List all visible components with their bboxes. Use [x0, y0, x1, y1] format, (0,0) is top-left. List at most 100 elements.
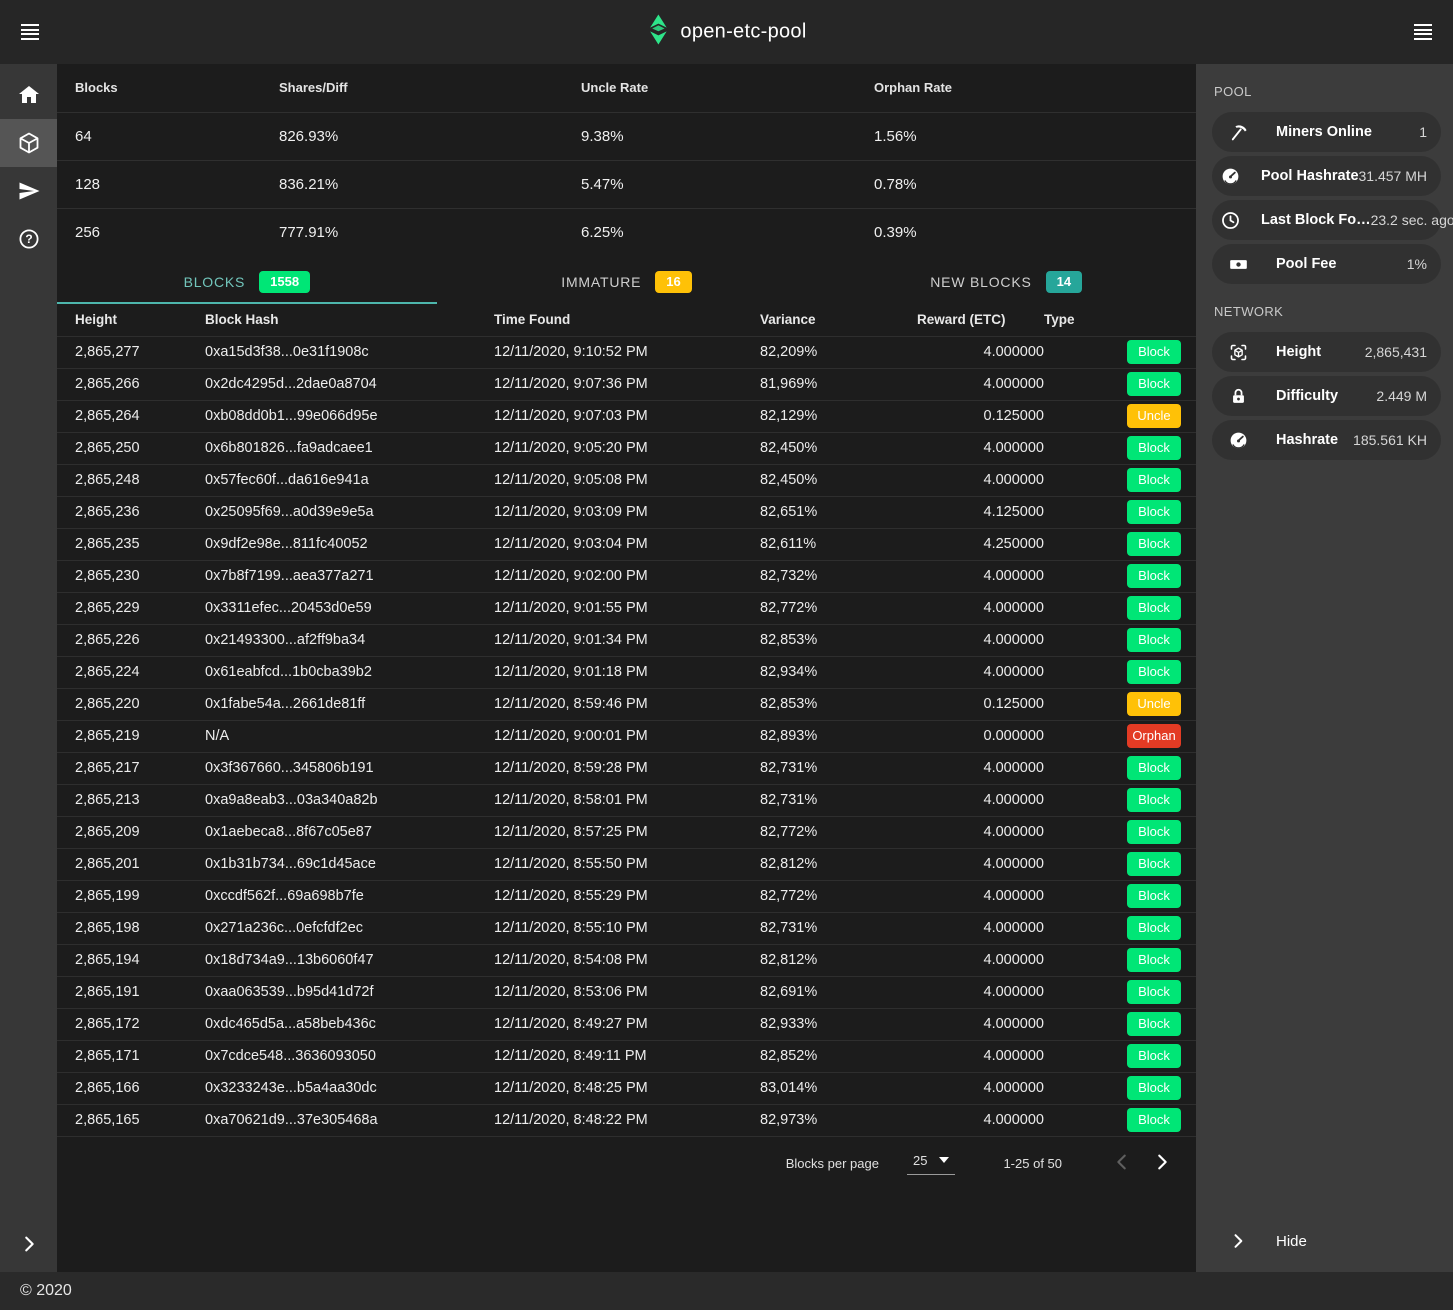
cell-block-hash: 0x3311efec...20453d0e59 — [205, 592, 494, 624]
type-badge: Block — [1127, 756, 1181, 780]
cell-block-hash: 0x3f367660...345806b191 — [205, 752, 494, 784]
rail-expand-button[interactable] — [0, 1216, 57, 1272]
cell-reward: 4.000000 — [917, 848, 1044, 880]
sidebar-item-home[interactable] — [0, 71, 57, 119]
stat-label: Height — [1276, 344, 1321, 360]
cell-height: 2,865,172 — [57, 1008, 205, 1040]
cell-height: 2,865,209 — [57, 816, 205, 848]
stats-cell: 64 — [57, 112, 279, 160]
cell-time-found: 12/11/2020, 8:49:11 PM — [494, 1040, 760, 1072]
caret-down-icon — [939, 1157, 949, 1163]
prev-page-button[interactable] — [1102, 1144, 1142, 1184]
cell-block-hash: 0xb08dd0b1...99e066d95e — [205, 400, 494, 432]
page-size-select[interactable]: 25 — [907, 1153, 955, 1175]
cell-block-hash: N/A — [205, 720, 494, 752]
topbar: open-etc-pool — [0, 0, 1453, 64]
type-badge: Uncle — [1127, 692, 1181, 716]
type-badge: Block — [1127, 596, 1181, 620]
cell-block-hash: 0x3233243e...b5a4aa30dc — [205, 1072, 494, 1104]
cell-reward: 4.000000 — [917, 432, 1044, 464]
stats-header-uncle: Uncle Rate — [581, 64, 874, 112]
banknote-icon — [1220, 254, 1256, 275]
cell-reward: 4.000000 — [917, 816, 1044, 848]
table-row: 2,865,229 0x3311efec...20453d0e59 12/11/… — [57, 592, 1196, 624]
cell-height: 2,865,230 — [57, 560, 205, 592]
left-menu-button[interactable] — [10, 12, 50, 52]
type-badge: Block — [1127, 660, 1181, 684]
table-row: 2,865,230 0x7b8f7199...aea377a271 12/11/… — [57, 560, 1196, 592]
cell-time-found: 12/11/2020, 8:55:10 PM — [494, 912, 760, 944]
cell-time-found: 12/11/2020, 8:48:22 PM — [494, 1104, 760, 1136]
tab-label: IMMATURE — [561, 274, 641, 290]
cell-variance: 82,812% — [760, 944, 917, 976]
table-row: 2,865,166 0x3233243e...b5a4aa30dc 12/11/… — [57, 1072, 1196, 1104]
sidebar-item-help[interactable]: ? — [0, 215, 57, 263]
tab-new-blocks[interactable]: NEW BLOCKS 14 — [816, 260, 1196, 304]
stats-cell: 256 — [57, 208, 279, 256]
cell-reward: 4.000000 — [917, 880, 1044, 912]
sidebar-item-blocks[interactable] — [0, 119, 57, 167]
home-icon — [17, 83, 41, 107]
cell-reward: 4.000000 — [917, 336, 1044, 368]
tab-blocks[interactable]: BLOCKS 1558 — [57, 260, 437, 304]
sidebar-item-payments[interactable] — [0, 167, 57, 215]
hide-label: Hide — [1276, 1233, 1307, 1250]
stats-header-orphan: Orphan Rate — [874, 64, 1196, 112]
cube-icon — [17, 131, 41, 155]
stat-pool-hashrate: Pool Hashrate 31.457 MH — [1212, 156, 1441, 196]
table-row: 2,865,248 0x57fec60f...da616e941a 12/11/… — [57, 464, 1196, 496]
cell-height: 2,865,165 — [57, 1104, 205, 1136]
cell-time-found: 12/11/2020, 9:01:18 PM — [494, 656, 760, 688]
blocks-table: Height Block Hash Time Found Variance Re… — [57, 304, 1196, 1137]
cell-variance: 82,732% — [760, 560, 917, 592]
tab-badge: 16 — [655, 271, 691, 293]
cell-variance: 82,450% — [760, 432, 917, 464]
cell-variance: 82,772% — [760, 880, 917, 912]
stat-value: 2,865,431 — [1365, 344, 1427, 360]
cell-height: 2,865,219 — [57, 720, 205, 752]
table-row: 2,865,194 0x18d734a9...13b6060f47 12/11/… — [57, 944, 1196, 976]
stats-row: 64 826.93% 9.38% 1.56% — [57, 112, 1196, 160]
cell-variance: 82,651% — [760, 496, 917, 528]
type-badge: Orphan — [1127, 724, 1181, 748]
speedometer-icon — [1220, 430, 1256, 451]
svg-text:?: ? — [25, 232, 32, 246]
stat-value: 31.457 MH — [1359, 168, 1427, 184]
table-row: 2,865,219 N/A 12/11/2020, 9:00:01 PM 82,… — [57, 720, 1196, 752]
cell-reward: 4.125000 — [917, 496, 1044, 528]
cell-time-found: 12/11/2020, 9:10:52 PM — [494, 336, 760, 368]
cell-reward: 4.000000 — [917, 1008, 1044, 1040]
tab-immature[interactable]: IMMATURE 16 — [437, 260, 817, 304]
cell-height: 2,865,171 — [57, 1040, 205, 1072]
type-badge: Block — [1127, 564, 1181, 588]
cell-block-hash: 0x18d734a9...13b6060f47 — [205, 944, 494, 976]
stat-label: Pool Fee — [1276, 256, 1336, 272]
luck-stats-table: Blocks Shares/Diff Uncle Rate Orphan Rat… — [57, 64, 1196, 256]
cell-height: 2,865,201 — [57, 848, 205, 880]
cell-reward: 4.000000 — [917, 656, 1044, 688]
cell-block-hash: 0x7b8f7199...aea377a271 — [205, 560, 494, 592]
cell-block-hash: 0x271a236c...0efcfdf2ec — [205, 912, 494, 944]
cell-variance: 82,934% — [760, 656, 917, 688]
cell-block-hash: 0x7cdce548...3636093050 — [205, 1040, 494, 1072]
cell-block-hash: 0x61eabfcd...1b0cba39b2 — [205, 656, 494, 688]
cell-time-found: 12/11/2020, 9:00:01 PM — [494, 720, 760, 752]
cell-block-hash: 0x1fabe54a...2661de81ff — [205, 688, 494, 720]
table-row: 2,865,236 0x25095f69...a0d39e9e5a 12/11/… — [57, 496, 1196, 528]
type-badge: Block — [1127, 916, 1181, 940]
next-page-button[interactable] — [1142, 1144, 1182, 1184]
cell-height: 2,865,194 — [57, 944, 205, 976]
type-badge: Block — [1127, 820, 1181, 844]
section-label-network: NETWORK — [1212, 304, 1441, 319]
type-badge: Block — [1127, 340, 1181, 364]
type-badge: Block — [1127, 948, 1181, 972]
stat-label: Last Block Fo… — [1261, 212, 1371, 228]
table-row: 2,865,198 0x271a236c...0efcfdf2ec 12/11/… — [57, 912, 1196, 944]
hide-panel-button[interactable]: Hide — [1212, 1210, 1441, 1272]
right-menu-button[interactable] — [1403, 12, 1443, 52]
cell-variance: 82,731% — [760, 752, 917, 784]
cell-variance: 82,731% — [760, 784, 917, 816]
cell-block-hash: 0x2dc4295d...2dae0a8704 — [205, 368, 494, 400]
cell-block-hash: 0xdc465d5a...a58beb436c — [205, 1008, 494, 1040]
pickaxe-icon — [1220, 122, 1256, 143]
